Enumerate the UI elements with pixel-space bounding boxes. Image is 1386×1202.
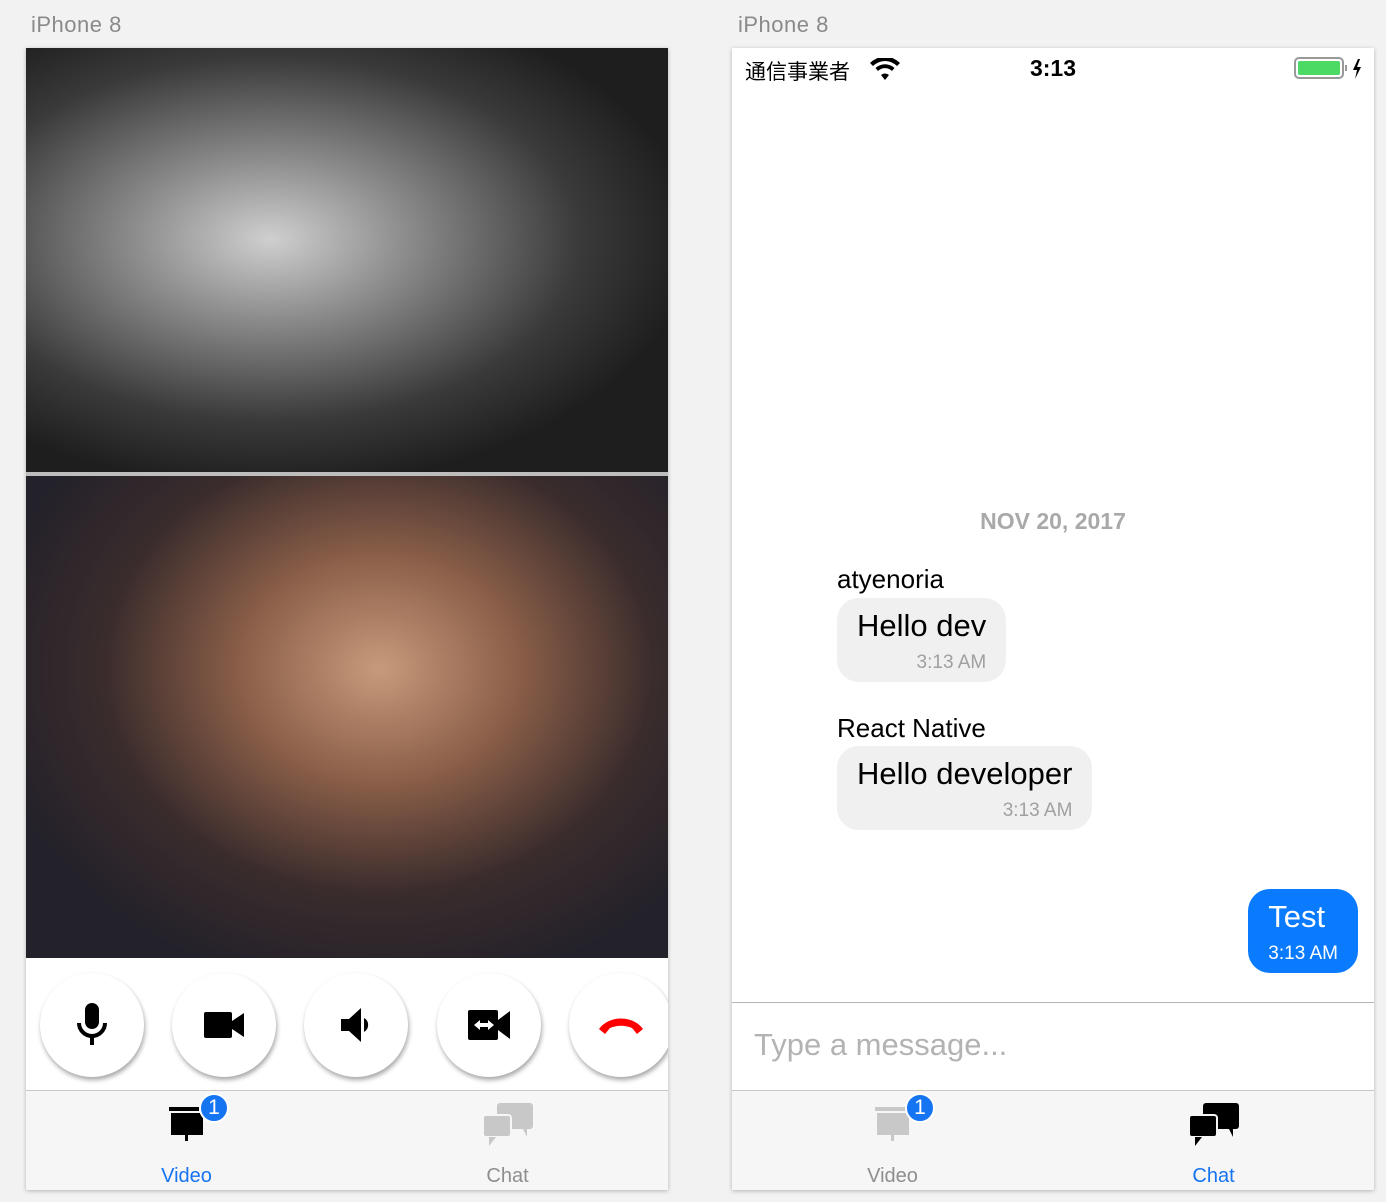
chat-icon [1188,1103,1239,1146]
call-controls [26,958,668,1090]
hang-up-icon [599,1018,643,1034]
message-text: Hello developer [857,756,1073,791]
message-text: Test [1268,899,1326,934]
my-message-bubble[interactable]: Test 3:13 AM [1248,889,1358,973]
device-label: iPhone 8 [31,12,122,37]
switch-camera-icon [468,1010,510,1040]
local-video-feed [26,476,668,958]
tab-video[interactable]: 1 Video [732,1091,1053,1190]
message-username: React Native [837,713,986,743]
tab-label: Chat [1192,1165,1235,1187]
microphone-icon [77,1003,107,1045]
camera-toggle-button[interactable] [172,973,276,1077]
device-label: iPhone 8 [738,12,829,37]
tab-bar: 1 Video Chat [732,1090,1374,1190]
speaker-icon [341,1008,369,1042]
tab-video[interactable]: 1 Video [26,1091,347,1190]
hang-up-button[interactable] [569,973,668,1077]
battery-icon [1294,57,1361,79]
message-time: 3:13 AM [916,652,987,673]
message-time: 3:13 AM [1002,800,1073,821]
tab-chat[interactable]: Chat [347,1091,668,1190]
date-separator: NOV 20, 2017 [980,508,1126,534]
speaker-button[interactable] [304,973,408,1077]
message-username: atyenoria [837,564,944,594]
mute-button[interactable] [40,973,144,1077]
video-camera-icon [204,1012,244,1038]
notification-badge: 1 [905,1093,935,1123]
message-time: 3:13 AM [1268,943,1338,964]
tab-bar: 1 Video Chat [26,1090,668,1190]
status-time: 3:13 [1029,55,1077,81]
tab-label: Video [867,1165,918,1187]
video-screen: 1 Video Chat [26,48,668,1190]
chat-icon [482,1103,533,1146]
message-bubble[interactable]: Hello dev 3:13 AM [837,598,1007,682]
message-input-placeholder: Type a message... [754,1027,1008,1062]
status-bar: 通信事業者 3:13 [732,48,1374,90]
tab-label: Chat [486,1165,529,1187]
notification-badge: 1 [199,1093,229,1123]
chat-screen: 通信事業者 3:13 NOV 20, 2017 atyenoria Hello … [732,48,1374,1190]
message-input[interactable]: Type a message... [732,1002,1374,1090]
tab-label: Video [161,1165,212,1187]
tab-chat[interactable]: Chat [1053,1091,1374,1190]
switch-camera-button[interactable] [437,973,541,1077]
message-bubble[interactable]: Hello developer 3:13 AM [837,746,1093,830]
remote-video-feed [26,48,668,472]
message-text: Hello dev [857,608,987,643]
